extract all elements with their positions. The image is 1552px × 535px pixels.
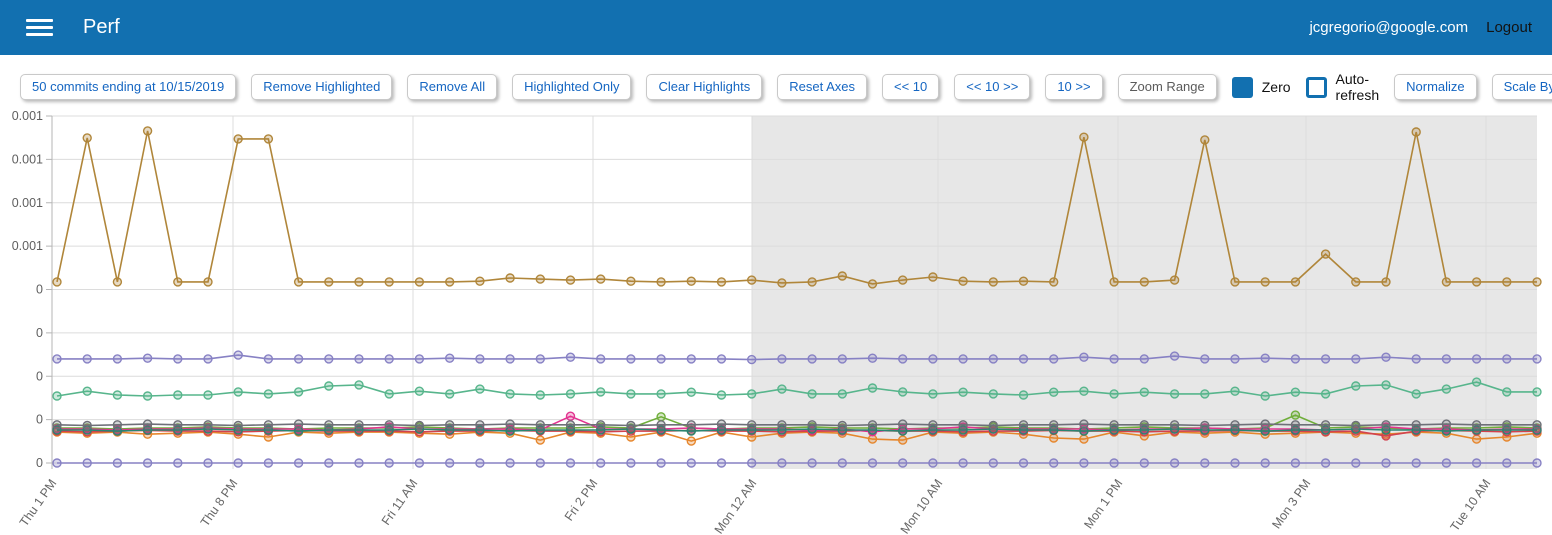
app-header: Perf jcgregorio@google.com Logout — [0, 0, 1552, 55]
checkbox-label-zero: Zero — [1262, 79, 1291, 95]
svg-text:0.001: 0.001 — [12, 239, 43, 253]
button-clear-highlights[interactable]: Clear Highlights — [646, 74, 762, 100]
shaded-region — [752, 116, 1537, 469]
button-reset-axes[interactable]: Reset Axes — [777, 74, 867, 100]
svg-text:Thu 1 PM: Thu 1 PM — [17, 477, 60, 529]
button-scale-by-ave[interactable]: Scale By Ave — [1492, 74, 1552, 100]
svg-text:Mon 1 PM: Mon 1 PM — [1081, 477, 1125, 532]
svg-text:0: 0 — [36, 413, 43, 427]
x-axis-labels: Thu 1 PM Thu 8 PM Fri 11 AM Fri 2 PM Mon 12 … — [17, 477, 1494, 535]
toolbar: 50 commits ending at 10/15/2019 Remove Hi… — [0, 55, 1552, 103]
page-title: Perf — [83, 16, 120, 39]
svg-text:0.001: 0.001 — [12, 152, 43, 166]
svg-text:Fri 2 PM: Fri 2 PM — [562, 477, 601, 524]
checkbox-label-auto-refresh: Auto-refresh — [1336, 71, 1380, 103]
button-back-10[interactable]: << 10 — [882, 74, 939, 100]
svg-text:Fri 11 AM: Fri 11 AM — [379, 477, 421, 528]
svg-text:0.001: 0.001 — [12, 196, 43, 210]
svg-text:Tue 10 AM: Tue 10 AM — [1448, 477, 1494, 534]
logout-button[interactable]: Logout — [1486, 19, 1532, 36]
svg-text:0.001: 0.001 — [12, 109, 43, 123]
svg-text:Mon 3 PM: Mon 3 PM — [1269, 477, 1313, 532]
svg-text:0: 0 — [36, 369, 43, 383]
button-normalize[interactable]: Normalize — [1394, 74, 1477, 100]
checkbox-group-auto-refresh: Auto-refresh — [1306, 71, 1380, 103]
checkbox-auto-refresh[interactable] — [1306, 77, 1327, 98]
menu-icon[interactable] — [26, 19, 53, 36]
svg-text:Thu 8 PM: Thu 8 PM — [198, 477, 241, 529]
button-zoom-range[interactable]: Zoom Range — [1118, 74, 1217, 100]
button-fwd-10[interactable]: 10 >> — [1045, 74, 1102, 100]
button-back-fwd-10[interactable]: << 10 >> — [954, 74, 1030, 100]
svg-text:0: 0 — [36, 326, 43, 340]
button-commits[interactable]: 50 commits ending at 10/15/2019 — [20, 74, 236, 100]
chart-area: 0.001 0.001 0.001 0.001 0 0 0 0 0 Thu 1 PM Thu 8 P… — [0, 109, 1552, 535]
svg-text:0: 0 — [36, 456, 43, 470]
y-axis-labels: 0.001 0.001 0.001 0.001 0 0 0 0 0 — [12, 109, 43, 470]
user-email: jcgregorio@google.com — [1309, 19, 1468, 36]
svg-text:0: 0 — [36, 283, 43, 297]
header-right: jcgregorio@google.com Logout — [1309, 19, 1532, 36]
y-axis — [46, 116, 52, 469]
svg-text:Mon 10 AM: Mon 10 AM — [898, 477, 946, 535]
button-remove-highlighted[interactable]: Remove Highlighted — [251, 74, 392, 100]
checkbox-group-zero: Zero — [1232, 77, 1291, 98]
button-remove-all[interactable]: Remove All — [407, 74, 497, 100]
chart-svg: 0.001 0.001 0.001 0.001 0 0 0 0 0 Thu 1 PM Thu 8 P… — [0, 109, 1552, 535]
checkbox-zero[interactable] — [1232, 77, 1253, 98]
svg-text:Mon 12 AM: Mon 12 AM — [712, 477, 760, 535]
button-highlighted-only[interactable]: Highlighted Only — [512, 74, 631, 100]
